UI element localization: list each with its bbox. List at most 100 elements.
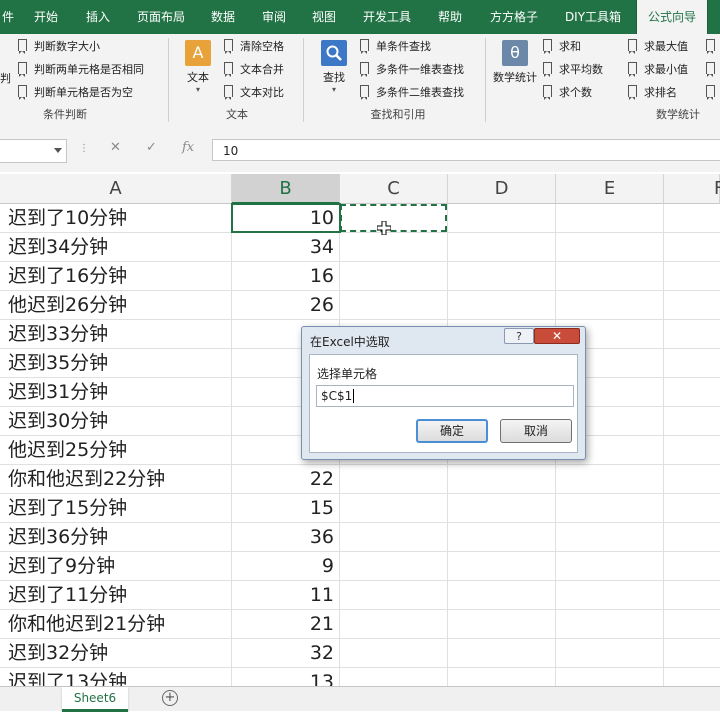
- cell-b[interactable]: 9: [232, 552, 340, 581]
- cell-d[interactable]: [448, 610, 556, 639]
- cell-a[interactable]: 迟到32分钟: [0, 639, 232, 668]
- cell-c[interactable]: [340, 610, 448, 639]
- column-header-d[interactable]: D: [448, 174, 556, 204]
- add-sheet-icon[interactable]: +: [162, 690, 178, 706]
- cell-b[interactable]: 11: [232, 581, 340, 610]
- cell-a[interactable]: 迟到了13分钟: [0, 668, 232, 686]
- cell-e[interactable]: [556, 291, 664, 320]
- cell-e[interactable]: [556, 581, 664, 610]
- cell-f[interactable]: [664, 378, 720, 407]
- cell-a[interactable]: 迟到30分钟: [0, 407, 232, 436]
- tab-review[interactable]: 审阅: [252, 0, 296, 34]
- cell-f[interactable]: [664, 523, 720, 552]
- tab-data[interactable]: 数据: [200, 0, 246, 34]
- cell-d[interactable]: [448, 639, 556, 668]
- tab-formula-wizard[interactable]: 公式向导: [636, 0, 708, 34]
- cell-b[interactable]: 36: [232, 523, 340, 552]
- cell-b[interactable]: 26: [232, 291, 340, 320]
- cell-f[interactable]: [664, 262, 720, 291]
- tab-fangfang[interactable]: 方方格子: [478, 0, 550, 34]
- cell-f[interactable]: [664, 581, 720, 610]
- cell-d[interactable]: [448, 233, 556, 262]
- tab-diy-toolbox[interactable]: DIY工具箱: [556, 0, 630, 34]
- clear-spaces-button[interactable]: 清除空格: [224, 38, 284, 56]
- cell-f[interactable]: [664, 291, 720, 320]
- cell-b[interactable]: 32: [232, 639, 340, 668]
- cell-c[interactable]: [340, 668, 448, 686]
- cell-c[interactable]: [340, 639, 448, 668]
- max-button[interactable]: 求最大值: [628, 38, 688, 56]
- column-header-b[interactable]: B: [232, 174, 340, 204]
- bookmark-icon[interactable]: [706, 61, 720, 79]
- tab-help[interactable]: 帮助: [428, 0, 472, 34]
- enter-check-icon[interactable]: ✓: [146, 140, 157, 155]
- cell-a[interactable]: 迟到33分钟: [0, 320, 232, 349]
- cell-e[interactable]: [556, 639, 664, 668]
- cell-d[interactable]: [448, 494, 556, 523]
- tab-home[interactable]: 开始: [22, 0, 70, 34]
- cell-c[interactable]: [340, 581, 448, 610]
- cell-e[interactable]: [556, 523, 664, 552]
- cell-d[interactable]: [448, 291, 556, 320]
- cell-d[interactable]: [448, 262, 556, 291]
- cell-b[interactable]: 13: [232, 668, 340, 686]
- cell-a[interactable]: 迟到了11分钟: [0, 581, 232, 610]
- sum-button[interactable]: 求和: [543, 38, 581, 56]
- cell-d[interactable]: [448, 523, 556, 552]
- tab-developer[interactable]: 开发工具: [352, 0, 422, 34]
- cell-f[interactable]: [664, 494, 720, 523]
- column-header-f[interactable]: F: [664, 174, 720, 204]
- min-button[interactable]: 求最小值: [628, 61, 688, 79]
- cell-a[interactable]: 迟到31分钟: [0, 378, 232, 407]
- tab-page-layout[interactable]: 页面布局: [128, 0, 194, 34]
- cell-e[interactable]: [556, 610, 664, 639]
- cell-b[interactable]: 16: [232, 262, 340, 291]
- sheet-tab-sheet6[interactable]: Sheet6: [62, 687, 128, 712]
- insert-function-icon[interactable]: fx: [182, 140, 194, 155]
- cell-a[interactable]: 迟到36分钟: [0, 523, 232, 552]
- cell-a[interactable]: 你和他迟到21分钟: [0, 610, 232, 639]
- condition-big-button-partial[interactable]: 判: [0, 70, 11, 88]
- math-stats-big-button[interactable]: θ 数学统计: [493, 40, 537, 85]
- rank-button[interactable]: 求排名: [628, 84, 677, 102]
- cell-d[interactable]: [448, 552, 556, 581]
- bookmark-icon[interactable]: [706, 84, 720, 102]
- tab-file[interactable]: 件: [0, 0, 16, 34]
- column-header-e[interactable]: E: [556, 174, 664, 204]
- column-header-c[interactable]: C: [340, 174, 448, 204]
- cell-c[interactable]: [340, 523, 448, 552]
- cell-e[interactable]: [556, 262, 664, 291]
- cell-a[interactable]: 迟到35分钟: [0, 349, 232, 378]
- cell-b[interactable]: 15: [232, 494, 340, 523]
- cell-d[interactable]: [448, 581, 556, 610]
- cell-f[interactable]: [664, 639, 720, 668]
- cell-c[interactable]: [340, 494, 448, 523]
- active-cell-b1[interactable]: [231, 203, 341, 233]
- cell-c[interactable]: [340, 262, 448, 291]
- cell-a[interactable]: 迟到了16分钟: [0, 262, 232, 291]
- cell-f[interactable]: [664, 552, 720, 581]
- cell-c[interactable]: [340, 291, 448, 320]
- text-merge-button[interactable]: 文本合并: [224, 61, 284, 79]
- cell-e[interactable]: [556, 465, 664, 494]
- cell-e[interactable]: [556, 668, 664, 686]
- column-header-a[interactable]: A: [0, 174, 232, 204]
- cell-b[interactable]: 22: [232, 465, 340, 494]
- cell-f[interactable]: [664, 233, 720, 262]
- name-box[interactable]: [0, 139, 67, 163]
- tab-view[interactable]: 视图: [302, 0, 346, 34]
- cell-reference-input[interactable]: $C$1: [316, 385, 574, 407]
- cell-b[interactable]: 34: [232, 233, 340, 262]
- help-button[interactable]: ?: [504, 328, 534, 344]
- cell-f[interactable]: [664, 204, 720, 233]
- multi-condition-1d-lookup-button[interactable]: 多条件一维表查找: [360, 61, 464, 79]
- cancel-icon[interactable]: ✕: [110, 140, 121, 155]
- cell-f[interactable]: [664, 407, 720, 436]
- cell-f[interactable]: [664, 465, 720, 494]
- close-button[interactable]: ✕: [534, 328, 580, 344]
- chevron-down-icon[interactable]: [54, 148, 62, 153]
- cancel-button[interactable]: 取消: [500, 419, 572, 443]
- cell-d[interactable]: [448, 465, 556, 494]
- cell-c[interactable]: [340, 233, 448, 262]
- cell-c[interactable]: [340, 465, 448, 494]
